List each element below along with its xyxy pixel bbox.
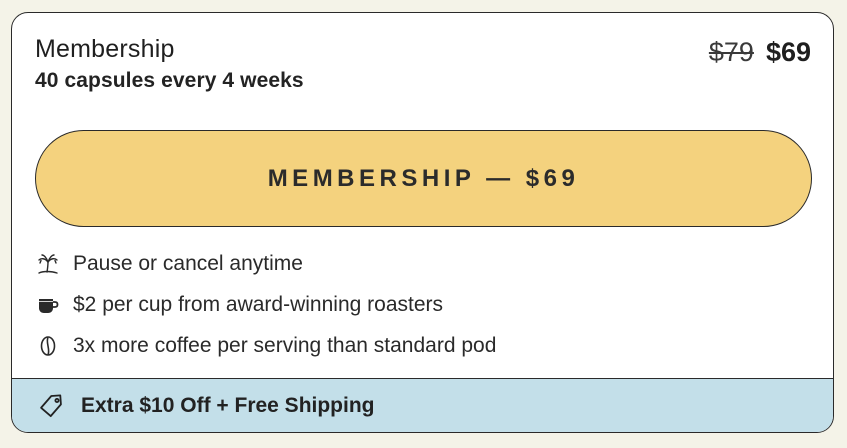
plan-subtitle: 40 capsules every 4 weeks xyxy=(35,69,304,92)
original-price: $79 xyxy=(708,37,754,67)
palm-tree-icon xyxy=(35,251,61,277)
tag-icon xyxy=(37,391,67,421)
coffee-cup-icon xyxy=(35,292,61,318)
price-group: $79 $69 xyxy=(709,37,811,68)
benefit-text: 3x more coffee per serving than standard… xyxy=(73,333,497,357)
membership-button[interactable]: MEMBERSHIP — $69 xyxy=(35,130,812,227)
promo-text: Extra $10 Off + Free Shipping xyxy=(81,393,375,417)
coffee-bean-icon xyxy=(35,333,61,359)
benefit-item: 3x more coffee per serving than standard… xyxy=(35,325,496,366)
benefit-item: $2 per cup from award-winning roasters xyxy=(35,284,496,325)
benefit-item: Pause or cancel anytime xyxy=(35,243,496,284)
benefit-text: $2 per cup from award-winning roasters xyxy=(73,292,444,316)
plan-title: Membership xyxy=(35,35,175,63)
benefits-list: Pause or cancel anytime $2 per cup from … xyxy=(35,243,496,366)
current-price: $69 xyxy=(765,37,811,67)
promo-banner: Extra $10 Off + Free Shipping xyxy=(12,378,833,432)
benefit-text: Pause or cancel anytime xyxy=(73,251,303,275)
membership-card[interactable]: Membership 40 capsules every 4 weeks $79… xyxy=(11,12,834,433)
